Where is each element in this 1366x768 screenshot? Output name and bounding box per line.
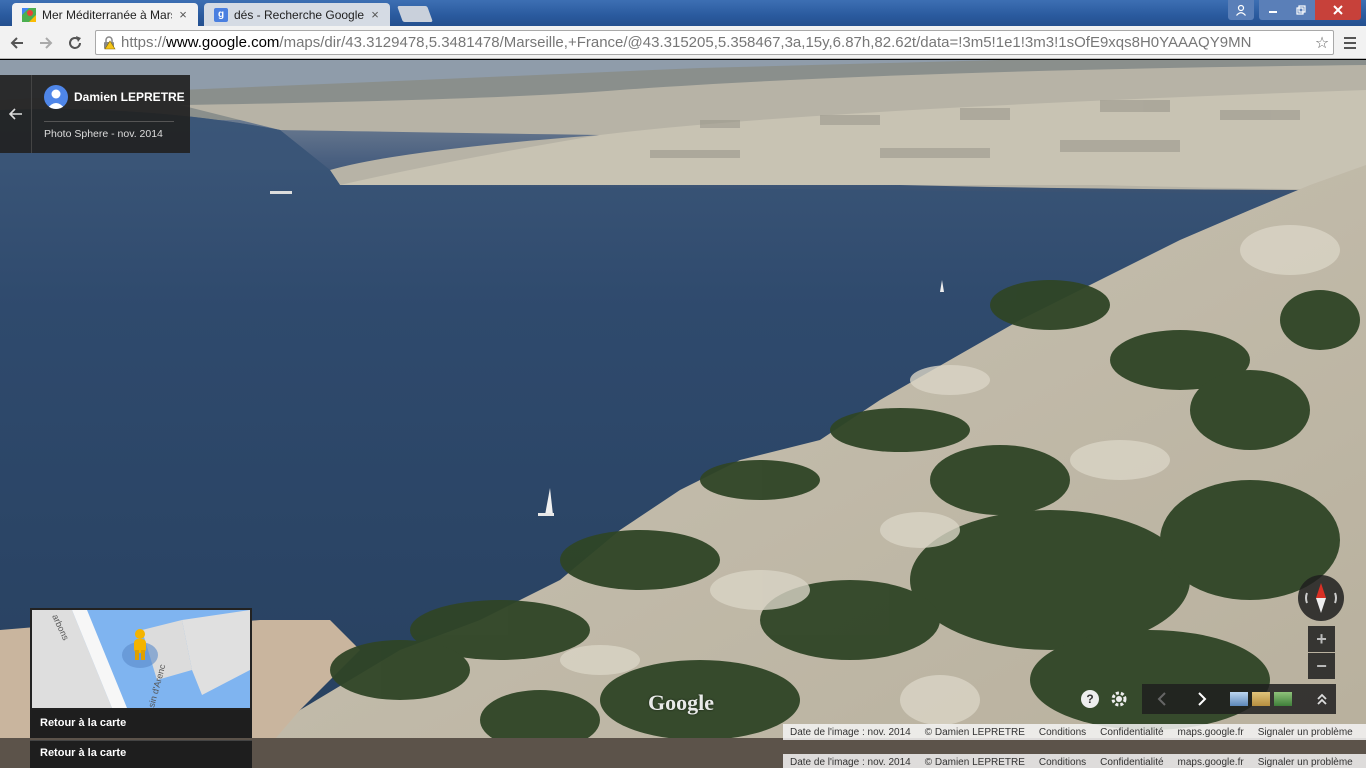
- photo-thumbnail[interactable]: [1252, 692, 1270, 706]
- minimize-icon[interactable]: [1259, 0, 1287, 20]
- menu-icon[interactable]: [1340, 33, 1360, 53]
- tab-close-icon[interactable]: ×: [368, 7, 382, 22]
- privacy-link[interactable]: Confidentialité: [1093, 757, 1170, 768]
- compass-south-icon: [1316, 598, 1326, 613]
- lock-warning-icon[interactable]: [102, 35, 116, 50]
- back-arrow-icon[interactable]: [5, 31, 29, 55]
- new-tab-button[interactable]: [397, 6, 433, 22]
- divider: [44, 121, 174, 122]
- attribution-footer-duplicate: Date de l'image : nov. 2014 © Damien LEP…: [783, 754, 1366, 768]
- url-domain: www.google.com: [166, 34, 280, 51]
- zoom-out-button[interactable]: −: [1308, 653, 1335, 679]
- back-to-map-button-duplicate[interactable]: Retour à la carte: [30, 740, 252, 768]
- domain-link[interactable]: maps.google.fr: [1171, 757, 1251, 768]
- copyright[interactable]: © Damien LEPRETRE: [918, 727, 1032, 738]
- terms-link[interactable]: Conditions: [1032, 757, 1093, 768]
- photo-thumbnail[interactable]: [1274, 692, 1292, 706]
- photo-thumbnail[interactable]: [1230, 692, 1248, 706]
- restore-icon[interactable]: [1287, 0, 1315, 20]
- attribution-footer: Date de l'image : nov. 2014 © Damien LEP…: [783, 724, 1366, 740]
- report-problem-link[interactable]: Signaler un problème: [1251, 727, 1360, 738]
- minimap[interactable]: arbons sin d'Arenc: [30, 608, 252, 710]
- reload-icon[interactable]: [63, 31, 87, 55]
- expand-chevron-up-icon[interactable]: [1312, 689, 1332, 709]
- back-to-map-button[interactable]: Retour à la carte: [30, 710, 252, 738]
- profile-icon[interactable]: [1228, 0, 1254, 20]
- tab-label: Mer Méditerranée à Marse: [42, 7, 172, 22]
- zoom-in-button[interactable]: +: [1308, 626, 1335, 652]
- url-path: /maps/dir/43.3129478,5.3481478/Marseille…: [279, 34, 1252, 51]
- forward-arrow-icon[interactable]: [34, 31, 58, 55]
- privacy-link[interactable]: Confidentialité: [1093, 727, 1170, 738]
- report-problem-link[interactable]: Signaler un problème: [1251, 757, 1360, 768]
- chevron-left-icon[interactable]: [1150, 687, 1174, 711]
- tab-label: dés - Recherche Google: [234, 7, 364, 22]
- image-date: Date de l'image : nov. 2014: [790, 756, 911, 768]
- back-arrow-icon[interactable]: [0, 75, 32, 153]
- avatar-icon[interactable]: [44, 85, 68, 109]
- bookmark-star-icon[interactable]: ☆: [1311, 33, 1333, 53]
- photo-type-date: Photo Sphere - nov. 2014: [44, 128, 163, 140]
- compass-north-icon: [1316, 583, 1326, 598]
- compass-control[interactable]: [1298, 575, 1344, 621]
- author-name[interactable]: Damien LEPRETRE: [74, 90, 185, 104]
- tab-google-search[interactable]: g dés - Recherche Google ×: [204, 3, 390, 26]
- google-favicon-icon: g: [214, 7, 228, 22]
- domain-link[interactable]: maps.google.fr: [1171, 727, 1251, 738]
- image-date: Date de l'image : nov. 2014: [790, 726, 911, 738]
- tab-close-icon[interactable]: ×: [176, 7, 190, 22]
- copyright[interactable]: © Damien LEPRETRE: [918, 757, 1032, 768]
- help-icon[interactable]: ?: [1081, 690, 1099, 708]
- google-logo: Google: [648, 690, 714, 715]
- rotate-left-icon: [1305, 592, 1308, 604]
- close-window-icon[interactable]: [1315, 0, 1361, 20]
- url-scheme: https://: [121, 34, 167, 51]
- tab-strip: Mer Méditerranée à Marse × g dés - Reche…: [0, 0, 1366, 26]
- photo-carousel: [1142, 684, 1336, 714]
- photo-info-card: Damien LEPRETRE Photo Sphere - nov. 2014: [0, 75, 190, 153]
- rotate-right-icon: [1334, 592, 1337, 604]
- chevron-right-icon[interactable]: [1190, 687, 1214, 711]
- gear-icon[interactable]: [1108, 688, 1130, 710]
- address-bar[interactable]: https://www.google.com/maps/dir/43.31294…: [95, 30, 1334, 55]
- tab-maps[interactable]: Mer Méditerranée à Marse ×: [12, 3, 198, 26]
- google-maps-favicon-icon: [22, 7, 36, 22]
- terms-link[interactable]: Conditions: [1032, 727, 1093, 738]
- browser-toolbar: https://www.google.com/maps/dir/43.31294…: [0, 26, 1366, 59]
- minimap-image: arbons sin d'Arenc: [32, 610, 250, 708]
- url-text: https://www.google.com/maps/dir/43.31294…: [121, 34, 1311, 51]
